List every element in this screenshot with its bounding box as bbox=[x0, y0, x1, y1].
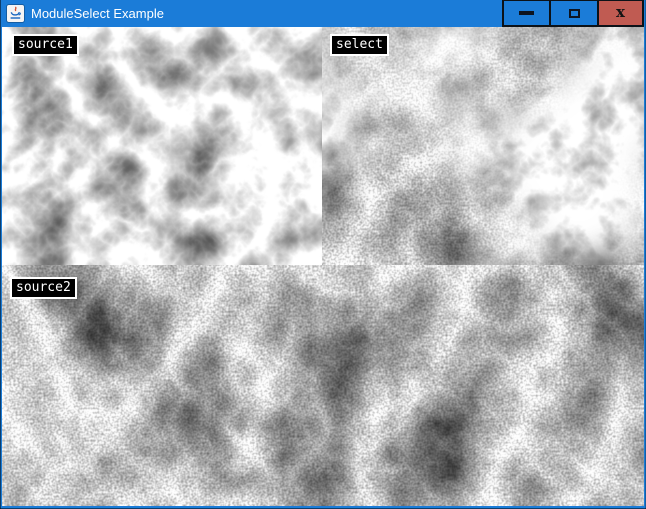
close-button[interactable]: x bbox=[599, 1, 642, 25]
maximize-icon bbox=[569, 9, 580, 18]
close-icon: x bbox=[616, 5, 625, 20]
maximize-button[interactable] bbox=[551, 1, 597, 25]
window-controls: x bbox=[502, 0, 644, 27]
client-area: source1 select source2 bbox=[2, 27, 644, 506]
source1-noise-image bbox=[2, 27, 322, 265]
window-title: ModuleSelect Example bbox=[31, 0, 164, 27]
select-noise-image bbox=[322, 27, 644, 265]
minimize-button[interactable] bbox=[504, 1, 549, 25]
java-coffee-cup-icon[interactable] bbox=[7, 5, 24, 22]
select-label: select bbox=[330, 34, 389, 56]
app-window: ModuleSelect Example x source1 select so… bbox=[0, 0, 646, 509]
source2-label: source2 bbox=[10, 277, 77, 299]
source2-noise-image bbox=[2, 265, 644, 506]
minimize-icon bbox=[519, 11, 534, 15]
source1-label: source1 bbox=[12, 34, 79, 56]
titlebar[interactable]: ModuleSelect Example x bbox=[0, 0, 646, 27]
